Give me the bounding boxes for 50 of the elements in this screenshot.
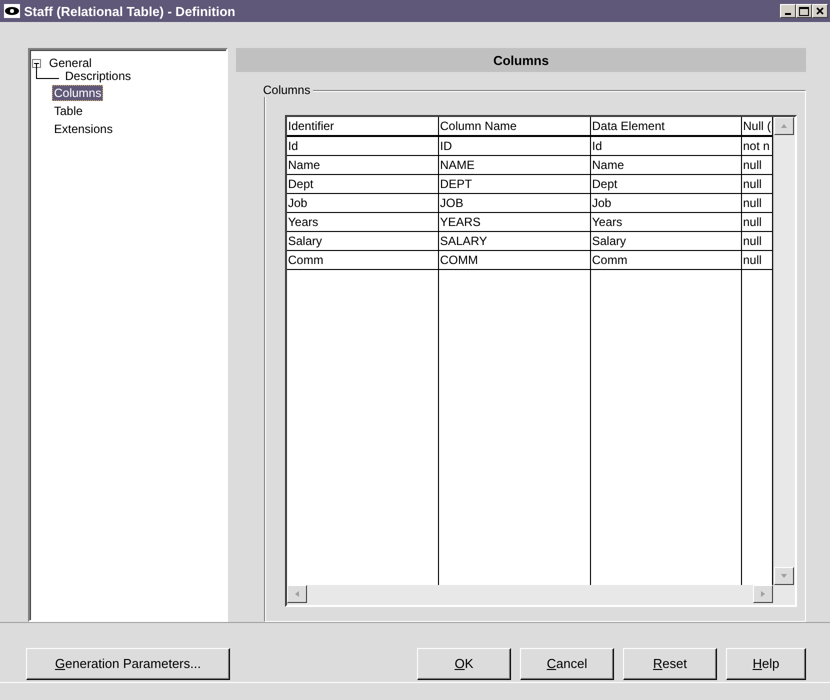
table-cell: YEARS	[439, 213, 591, 232]
dialog-button[interactable]: Cancel	[520, 648, 614, 680]
column-header[interactable]: Identifier	[287, 117, 439, 137]
group-label: Columns	[261, 83, 314, 97]
maximize-icon	[799, 6, 809, 16]
minimize-button[interactable]	[780, 4, 796, 18]
maximize-button[interactable]	[796, 4, 812, 18]
table-cell: Years	[591, 213, 742, 232]
panel-header: Columns	[236, 48, 806, 72]
table-cell: Name	[287, 156, 439, 175]
table-cell: SALARY	[439, 232, 591, 251]
table-cell: Salary	[591, 232, 742, 251]
dialog-button[interactable]: OK	[417, 648, 511, 680]
table-cell: Years	[287, 213, 439, 232]
table-cell: Job	[287, 194, 439, 213]
dialog-button[interactable]: Generation Parameters...	[26, 648, 230, 680]
column-header[interactable]: Data Element	[591, 117, 742, 137]
scroll-arrow-button[interactable]	[774, 117, 794, 135]
table-cell: ID	[439, 137, 591, 156]
tree-item[interactable]: Table	[52, 103, 85, 119]
column-header[interactable]: Column Name	[439, 117, 591, 137]
table-cell: DEPT	[439, 175, 591, 194]
eye-icon	[4, 4, 20, 18]
table-cell: NAME	[439, 156, 591, 175]
scroll-arrow-button[interactable]	[287, 585, 307, 603]
tree-item[interactable]: Extensions	[52, 121, 115, 137]
table-cell: COMM	[439, 251, 591, 270]
close-button[interactable]	[812, 4, 828, 18]
table-cell: Dept	[591, 175, 742, 194]
collapse-icon[interactable]	[32, 58, 41, 68]
window-title: Staff (Relational Table) - Definition	[24, 4, 236, 18]
tree-item[interactable]: General	[47, 55, 94, 71]
table-cell: JOB	[439, 194, 591, 213]
scroll-arrow-button[interactable]	[774, 567, 794, 585]
dialog-button[interactable]: Help	[726, 648, 806, 680]
table-cell: Name	[591, 156, 742, 175]
table-cell: Comm	[591, 251, 742, 270]
close-icon	[816, 7, 824, 15]
dialog-button[interactable]: Reset	[623, 648, 717, 680]
table-cell: Dept	[287, 175, 439, 194]
table-cell: Comm	[287, 251, 439, 270]
table-cell: Id	[591, 137, 742, 156]
table-cell: Salary	[287, 232, 439, 251]
vertical-scrollbar[interactable]	[773, 117, 795, 585]
tree-item[interactable]: Columns	[52, 85, 104, 101]
table-cell: Job	[591, 194, 742, 213]
horizontal-scrollbar[interactable]	[287, 585, 773, 605]
table-cell: Id	[287, 137, 439, 156]
scroll-arrow-button[interactable]	[753, 585, 773, 603]
tree-item[interactable]: Descriptions	[63, 68, 134, 84]
